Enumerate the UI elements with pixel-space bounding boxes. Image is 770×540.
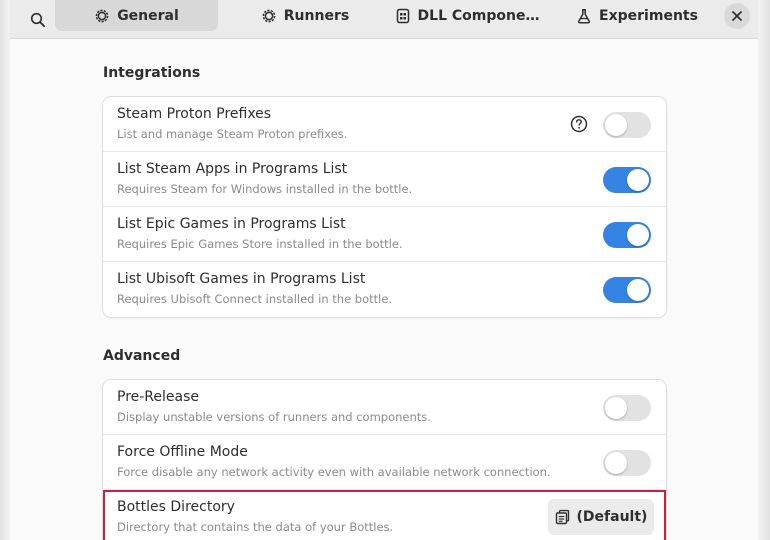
help-icon[interactable] (570, 115, 588, 133)
integrations-card: Steam Proton Prefixes List and manage St… (103, 97, 666, 317)
row-subtitle: Directory that contains the data of your… (117, 520, 394, 534)
section-title-integrations: Integrations (103, 65, 201, 81)
row-bottles-directory: Bottles Directory Directory that contain… (103, 490, 666, 540)
close-icon (732, 11, 742, 21)
advanced-card: Pre-Release Display unstable versions of… (103, 380, 666, 540)
row-subtitle: Force disable any network activity even … (117, 465, 551, 479)
row-force-offline-mode: Force Offline Mode Force disable any net… (103, 435, 666, 490)
gear-icon (261, 8, 277, 24)
switch-knob (627, 169, 649, 191)
row-title: Bottles Directory (117, 499, 235, 515)
component-icon (395, 8, 411, 24)
section-title-advanced: Advanced (103, 348, 181, 364)
steam-apps-switch[interactable] (603, 167, 651, 193)
window-shadow-right (758, 0, 770, 540)
force-offline-switch[interactable] (603, 450, 651, 476)
epic-games-switch[interactable] (603, 222, 651, 248)
row-list-epic-games: List Epic Games in Programs List Require… (103, 207, 666, 262)
steam-proton-switch[interactable] (603, 112, 651, 138)
close-button[interactable] (724, 3, 750, 29)
tab-label: DLL Compone… (417, 7, 540, 24)
tab-dll-components[interactable]: DLL Compone… (388, 0, 546, 31)
switch-knob (605, 397, 627, 419)
row-title: Force Offline Mode (117, 444, 248, 460)
row-title: Steam Proton Prefixes (117, 106, 272, 122)
flask-icon (576, 8, 592, 24)
tab-label: Experiments (599, 7, 698, 24)
window-shadow-left (0, 0, 10, 540)
tab-label: Runners (283, 7, 350, 24)
pre-release-switch[interactable] (603, 395, 651, 421)
tab-general[interactable]: General (55, 0, 218, 31)
switch-knob (605, 452, 627, 474)
switch-knob (627, 279, 649, 301)
row-subtitle: Requires Ubisoft Connect installed in th… (117, 292, 393, 306)
row-list-steam-apps: List Steam Apps in Programs List Require… (103, 152, 666, 207)
row-pre-release: Pre-Release Display unstable versions of… (103, 380, 666, 435)
switch-knob (605, 114, 627, 136)
row-subtitle: Display unstable versions of runners and… (117, 410, 431, 424)
row-title: List Ubisoft Games in Programs List (117, 271, 366, 287)
tab-experiments[interactable]: Experiments (574, 0, 700, 31)
gear-icon (94, 8, 110, 24)
bottles-directory-button[interactable]: (Default) (548, 499, 654, 535)
ubisoft-games-switch[interactable] (603, 277, 651, 303)
switch-knob (627, 224, 649, 246)
header-bar: General Runners DLL Compone… Experiments (10, 0, 758, 39)
row-steam-proton-prefixes: Steam Proton Prefixes List and manage St… (103, 97, 666, 152)
folder-documents-icon (555, 509, 569, 525)
row-title: List Epic Games in Programs List (117, 216, 346, 232)
search-icon (30, 12, 46, 28)
row-title: List Steam Apps in Programs List (117, 161, 348, 177)
bottles-directory-label: (Default) (576, 509, 648, 525)
row-list-ubisoft-games: List Ubisoft Games in Programs List Requ… (103, 262, 666, 317)
tab-runners[interactable]: Runners (250, 0, 360, 31)
row-subtitle: Requires Epic Games Store installed in t… (117, 237, 403, 251)
tab-label: General (117, 7, 179, 24)
row-subtitle: Requires Steam for Windows installed in … (117, 182, 413, 196)
row-title: Pre-Release (117, 389, 200, 405)
search-button[interactable] (24, 6, 52, 34)
row-subtitle: List and manage Steam Proton prefixes. (117, 127, 348, 141)
